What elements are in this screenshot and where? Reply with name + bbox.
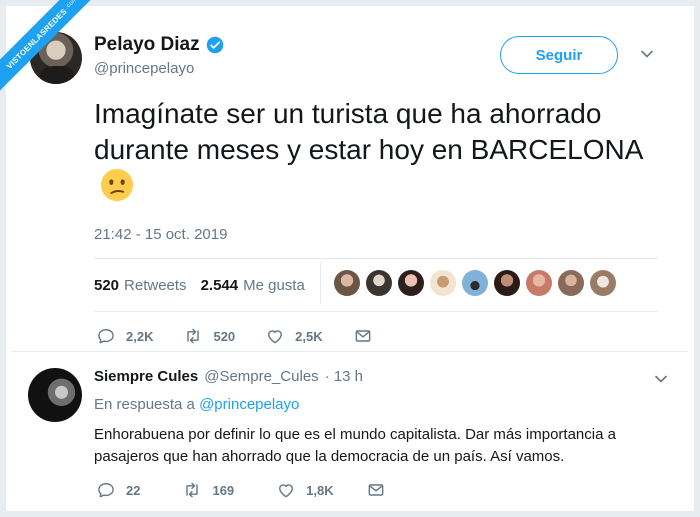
reply-author-handle[interactable]: @Sempre_Cules: [204, 368, 318, 385]
liker-avatar[interactable]: [334, 270, 360, 296]
retweet-icon: [186, 482, 199, 498]
tweet-body: Imagínate ser un turista que ha ahorrado…: [94, 96, 674, 205]
message-action[interactable]: [353, 326, 373, 346]
likes-count: 2.544: [200, 276, 239, 294]
reply-time[interactable]: · 13 h: [325, 368, 363, 385]
reply-text: Enhorabuena por definir lo que es el mun…: [94, 426, 616, 465]
reply-actions: 22 169 1,8K: [96, 480, 386, 500]
retweet-count: 169: [212, 482, 235, 498]
liker-avatar[interactable]: [366, 270, 392, 296]
reply-count: 22: [126, 482, 141, 498]
retweets-label: Retweets: [124, 276, 187, 294]
retweets-stat[interactable]: 520 Retweets: [94, 277, 187, 294]
likers-avatars: [334, 270, 616, 296]
chevron-down-icon[interactable]: [640, 47, 654, 61]
in-reply-mention-link[interactable]: @princepelayo: [199, 396, 299, 413]
reply-header: Siempre Cules @Sempre_Cules · 13 h: [94, 368, 363, 385]
tweet-text: Imagínate ser un turista que ha ahorrado…: [94, 98, 644, 165]
verified-badge-icon: [206, 36, 223, 54]
liker-avatar[interactable]: [398, 270, 424, 296]
in-reply-prefix: En respuesta a: [94, 396, 195, 413]
reply-icon: [98, 483, 114, 498]
likes-label: Me gusta: [243, 276, 305, 294]
author-name[interactable]: Pelayo Diaz: [94, 34, 200, 56]
heart-icon: [268, 330, 283, 344]
author-handle[interactable]: @princepelayo: [94, 60, 194, 77]
retweet-count: 520: [213, 328, 236, 344]
heart-icon: [279, 484, 294, 498]
liker-avatar[interactable]: [430, 270, 456, 296]
reply-count: 2,2K: [126, 328, 154, 344]
reply-author-name[interactable]: Siempre Cules: [94, 368, 198, 385]
divider: [94, 258, 658, 259]
liker-avatar[interactable]: [462, 270, 488, 296]
divider: [94, 311, 658, 312]
retweets-count: 520: [94, 276, 120, 294]
stats-separator: [320, 262, 321, 304]
divider: [12, 351, 688, 352]
like-action[interactable]: 1,8K: [276, 480, 334, 500]
envelope-icon: [355, 330, 371, 342]
liker-avatar[interactable]: [526, 270, 552, 296]
author-name-row[interactable]: Pelayo Diaz: [94, 34, 224, 56]
like-count: 2,5K: [295, 328, 323, 344]
reply-action[interactable]: 22: [96, 480, 140, 500]
message-action[interactable]: [366, 480, 386, 500]
tweet-actions: 2,2K 520 2,5K: [96, 326, 373, 346]
watermark-suffix: .com: [64, 0, 79, 11]
liker-avatar[interactable]: [558, 270, 584, 296]
tweet-stats: 520 Retweets 2.544 Me gusta: [94, 274, 305, 296]
in-reply-to: En respuesta a @princepelayo: [94, 396, 299, 413]
likes-stat[interactable]: 2.544 Me gusta: [201, 277, 305, 294]
reply-icon: [98, 329, 114, 344]
liker-avatar[interactable]: [590, 270, 616, 296]
envelope-icon: [368, 484, 384, 496]
like-action[interactable]: 2,5K: [265, 326, 323, 346]
retweet-action[interactable]: 520: [183, 326, 235, 346]
like-count: 1,8K: [306, 482, 334, 498]
reply-author-avatar[interactable]: [28, 368, 82, 422]
chevron-down-icon[interactable]: [654, 372, 668, 386]
confused-face-icon: [100, 168, 134, 202]
follow-button[interactable]: Seguir: [500, 36, 618, 74]
tweet-timestamp[interactable]: 21:42 - 15 oct. 2019: [94, 226, 227, 243]
reply-action[interactable]: 2,2K: [96, 326, 153, 346]
retweet-action[interactable]: 169: [182, 480, 234, 500]
liker-avatar[interactable]: [494, 270, 520, 296]
retweet-icon: [187, 328, 200, 344]
